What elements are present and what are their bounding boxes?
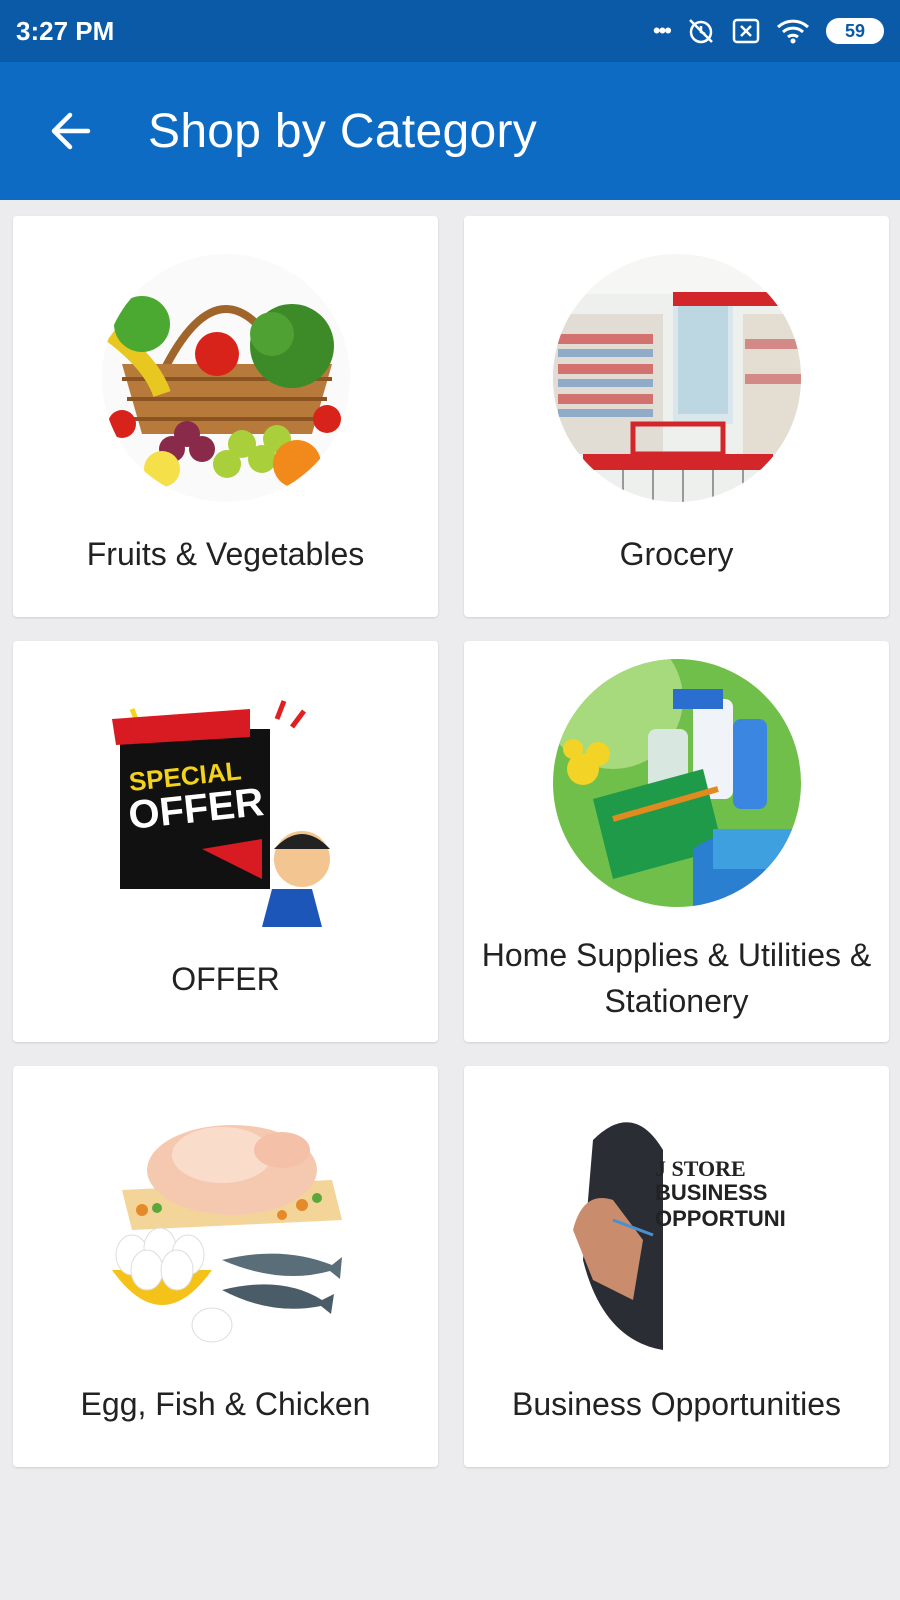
- app-bar: Shop by Category: [0, 62, 900, 200]
- grocery-store-image: [552, 254, 801, 502]
- page-title: Shop by Category: [148, 104, 538, 158]
- status-bar: 3:27 PM ••• 59: [0, 0, 900, 62]
- category-card-offer[interactable]: SPECIAL OFFER OFFER: [13, 641, 438, 1042]
- category-label: Grocery: [619, 536, 734, 572]
- category-card-egg-fish-chicken[interactable]: Egg, Fish & Chicken: [13, 1066, 438, 1467]
- wifi-icon: [776, 18, 810, 44]
- cleaning-supplies-image: [552, 659, 801, 907]
- category-card-home-supplies[interactable]: Home Supplies & Utilities & Stationery: [464, 641, 889, 1042]
- arrow-left-icon: [51, 112, 91, 150]
- category-label: Business Opportunities: [511, 1386, 842, 1422]
- business-image: J STORE BUSINESS OPPORTUNI: [572, 1122, 786, 1350]
- battery-icon: 59: [826, 18, 884, 44]
- svg-text:J STORE: J STORE: [655, 1156, 746, 1181]
- category-label: OFFER: [171, 961, 280, 997]
- category-label: Home Supplies & Utilities & Stationery: [481, 937, 872, 1019]
- status-icons: ••• 59: [653, 16, 884, 46]
- svg-text:BUSINESS: BUSINESS: [655, 1180, 767, 1205]
- back-button[interactable]: [30, 91, 110, 171]
- alarm-off-icon: [686, 16, 716, 46]
- more-notifications-icon: •••: [652, 18, 672, 43]
- fruit-basket-image: [101, 254, 350, 502]
- category-label: Fruits & Vegetables: [86, 536, 365, 572]
- category-card-fruits-vegetables[interactable]: Fruits & Vegetables: [13, 216, 438, 617]
- special-offer-image: SPECIAL OFFER: [111, 700, 330, 927]
- category-card-grocery[interactable]: Grocery: [464, 216, 889, 617]
- sim-off-icon: [732, 18, 760, 44]
- svg-text:OPPORTUNI: OPPORTUNI: [655, 1206, 786, 1231]
- status-time: 3:27 PM: [16, 15, 115, 46]
- category-label: Egg, Fish & Chicken: [80, 1386, 371, 1422]
- category-card-business-opportunities[interactable]: J STORE BUSINESS OPPORTUNI Business Oppo…: [464, 1066, 889, 1467]
- meat-eggs-image: [111, 1125, 342, 1343]
- category-grid: Fruits & Vegetables Grocery SPECIAL OFFE…: [13, 216, 889, 1467]
